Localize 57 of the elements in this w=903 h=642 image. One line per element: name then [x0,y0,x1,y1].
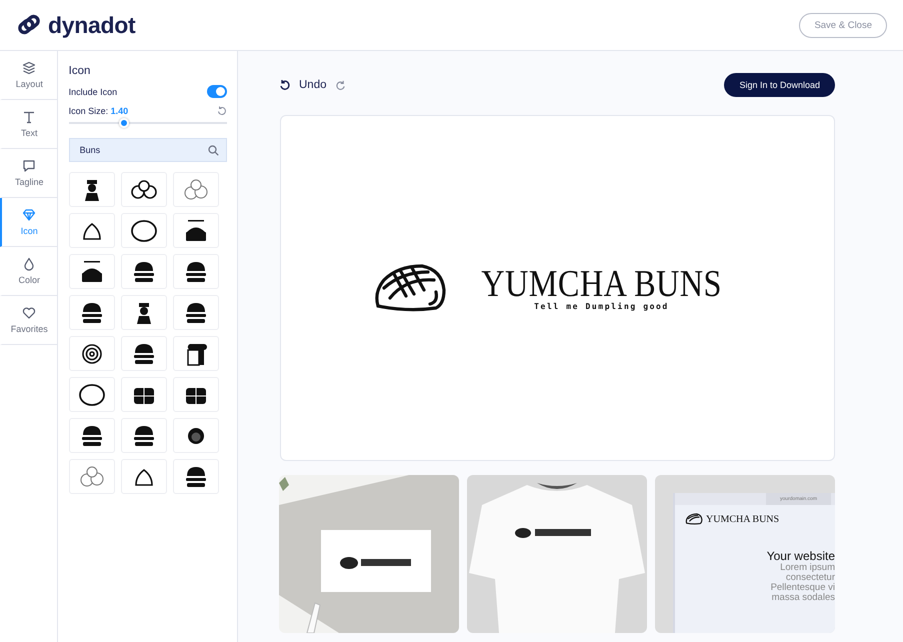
icon-option[interactable] [120,418,167,453]
icon-option[interactable] [172,254,219,289]
logo-name: YUMCHA BUNS [481,265,722,303]
icon-option[interactable] [120,213,167,248]
tab-icon [22,208,36,222]
tab-icon [22,61,36,75]
slider-thumb[interactable] [119,118,130,128]
icon-option[interactable] [68,172,115,207]
logo-tagline: Tell me Dumpling good [534,302,669,311]
tab-icon [22,306,36,320]
website-text: Lorem ipsum [780,563,835,573]
undo-button[interactable]: Undo [299,79,326,91]
icon-option[interactable] [68,418,115,453]
logo-name: YUMCHA BUNS [706,514,780,524]
save-close-button[interactable]: Save & Close [799,12,887,38]
icon-option[interactable] [172,336,219,371]
icon-option[interactable] [172,459,219,494]
website-heading: Your website [766,549,835,563]
undo-icon[interactable] [279,79,291,91]
icon-option[interactable] [120,254,167,289]
icon-size-label: Icon Size: [68,106,108,116]
sidebar-tab[interactable]: Favorites [0,296,57,345]
icon-option[interactable] [68,336,115,371]
icon-option[interactable] [172,418,219,453]
icon-option[interactable] [68,213,115,248]
reset-icon[interactable] [217,106,227,116]
search-field[interactable]: Buns [68,138,227,162]
icon-option[interactable] [120,459,167,494]
icon-option[interactable] [68,377,115,412]
sign-in-download-button[interactable]: Sign In to Download [724,73,835,97]
icon-option[interactable] [120,336,167,371]
icon-size-value: 1.40 [110,106,128,116]
icon-option[interactable] [68,254,115,289]
sidebar-tab[interactable]: Color [0,247,57,296]
icon-option[interactable] [120,172,167,207]
icon-option[interactable] [68,295,115,330]
brand-name[interactable]: dynadot [48,12,136,38]
bun-icon [685,513,703,525]
sidebar-tab[interactable]: Text [0,100,57,149]
include-icon-label: Include Icon [68,86,118,96]
tab-icon [22,257,36,271]
sidebar-tab[interactable]: Tagline [0,149,57,198]
icon-option[interactable] [172,295,219,330]
sidebar-tab[interactable]: Layout [0,51,57,100]
include-icon-toggle[interactable] [207,85,227,98]
website-text: massa sodales [772,593,835,603]
icon-option[interactable] [120,295,167,330]
website-text: Pellentesque vi [770,583,835,593]
tab-icon [22,159,36,173]
icon-option[interactable] [172,213,219,248]
redo-icon[interactable] [334,80,346,90]
panel-title: Icon [68,65,92,77]
website-text: consectetur [786,573,835,583]
icon-option[interactable] [172,377,219,412]
icon-option[interactable] [120,377,167,412]
search-icon[interactable] [208,144,219,156]
tab-icon [22,110,36,124]
